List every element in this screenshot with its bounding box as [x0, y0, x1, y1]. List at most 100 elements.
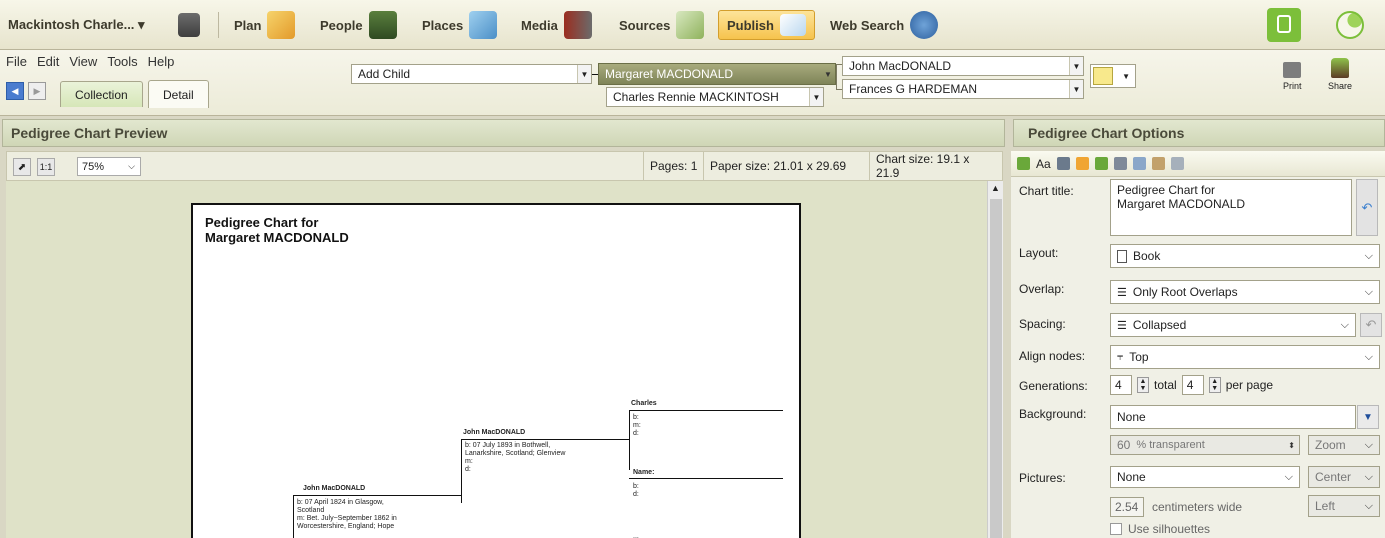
focus-person-select[interactable]: Margaret MACDONALD ▼: [598, 63, 836, 85]
chart-options-panel: Aa Chart title: Pedigree Chart for Marga…: [1011, 151, 1385, 538]
total-stepper[interactable]: ▲ ▼: [1137, 377, 1149, 393]
view-places[interactable]: Places: [422, 0, 498, 50]
reset-spacing-button[interactable]: ↶: [1360, 313, 1382, 337]
back-button[interactable]: ◀: [6, 82, 24, 100]
font-icon[interactable]: Aa: [1036, 157, 1051, 171]
overlap-select[interactable]: ☰ Only Root Overlaps ⌵: [1110, 280, 1380, 304]
view-people[interactable]: People: [320, 0, 397, 50]
per-page-stepper[interactable]: ▲ ▼: [1208, 377, 1221, 393]
generations-per-page-input[interactable]: 4: [1181, 375, 1204, 395]
more-ellipsis: ...: [633, 533, 639, 538]
view-plan[interactable]: Plan: [234, 0, 296, 50]
view-sources[interactable]: Sources: [619, 0, 705, 50]
person-details-unknown: b: d:: [633, 483, 639, 498]
home-person-icon: [178, 13, 200, 37]
tab-collection[interactable]: Collection: [60, 81, 143, 107]
layout-select[interactable]: Book ⌵: [1110, 244, 1380, 268]
decoration-icon[interactable]: [1094, 157, 1108, 170]
scroll-thumb[interactable]: [990, 199, 1002, 538]
chart-preview-canvas[interactable]: Pedigree Chart for Margaret MACDONALD Ch…: [6, 181, 987, 538]
file-menu[interactable]: Mackintosh Charle... ▾: [8, 0, 145, 50]
file-home-button[interactable]: [178, 0, 200, 50]
spacing-icon[interactable]: [1113, 157, 1127, 170]
chevron-down-icon: ⌵: [1284, 470, 1293, 483]
add-child-select[interactable]: Add Child ▼: [351, 64, 592, 84]
places-icon: [469, 11, 498, 39]
media-icon[interactable]: [1132, 157, 1146, 170]
generations-total-input[interactable]: 4: [1110, 375, 1132, 395]
forward-button[interactable]: ▶: [28, 82, 46, 100]
menu-edit[interactable]: Edit: [37, 54, 59, 69]
mother-select[interactable]: Frances G HARDEMAN ▼: [842, 79, 1084, 99]
printer-icon: [1283, 62, 1302, 78]
file-name: Mackintosh Charle... ▾: [8, 17, 145, 32]
person-box-unknown[interactable]: Name:: [633, 469, 654, 477]
treechanges-button[interactable]: [1336, 0, 1364, 50]
actual-size-icon: 1:1: [39, 162, 53, 172]
theme-icon[interactable]: [1151, 157, 1165, 170]
align-nodes-label: Align nodes:: [1019, 349, 1086, 363]
menu-file[interactable]: File: [6, 54, 27, 69]
background-menu-button[interactable]: ▼: [1357, 405, 1379, 429]
page-setup-icon[interactable]: [1170, 157, 1184, 170]
reset-title-button[interactable]: ↶: [1356, 179, 1378, 236]
spacing-icon: ☰: [1117, 319, 1127, 332]
sources-icon: [676, 11, 705, 39]
picture-width-controls: 2.54 centimeters wide: [1110, 497, 1242, 517]
text-box-icon[interactable]: [1056, 157, 1070, 170]
pictures-select[interactable]: None ⌵: [1110, 466, 1300, 488]
people-icon: [368, 11, 397, 39]
pictures-position-select[interactable]: Center ⌵: [1308, 466, 1380, 488]
person-box-charles[interactable]: Charles: [631, 400, 657, 408]
align-nodes-select[interactable]: ⫧ Top ⌵: [1110, 345, 1380, 369]
page-title: Pedigree Chart for Margaret MACDONALD: [205, 215, 349, 245]
view-media[interactable]: Media: [521, 0, 592, 50]
view-publish[interactable]: Publish: [718, 10, 815, 40]
menu-tools[interactable]: Tools: [107, 54, 137, 69]
print-button[interactable]: Print: [1283, 56, 1302, 91]
chart-title-input[interactable]: Pedigree Chart for Margaret MACDONALD: [1110, 179, 1352, 236]
arrow-expand-icon: ⬈: [17, 161, 27, 173]
view-web-search[interactable]: Web Search: [830, 0, 939, 50]
person-details-john-1893: b: 07 July 1893 in Bothwell, Lanarkshire…: [465, 442, 566, 473]
chart-title-label: Chart title:: [1019, 184, 1074, 198]
tree-sync-button[interactable]: [1267, 8, 1301, 42]
tree-icon: [1277, 15, 1291, 33]
chevron-down-icon: ▼: [809, 88, 823, 106]
menu-view[interactable]: View: [69, 54, 97, 69]
background-input[interactable]: None: [1110, 405, 1356, 429]
father-select[interactable]: John MacDONALD ▼: [842, 56, 1084, 76]
spacing-select[interactable]: ☰ Collapsed ⌵: [1110, 313, 1356, 337]
fit-to-window-button[interactable]: ⬈: [13, 158, 31, 176]
picture-align-select[interactable]: Left ⌵: [1308, 495, 1380, 517]
menu-help[interactable]: Help: [148, 54, 175, 69]
tab-detail[interactable]: Detail: [148, 80, 209, 108]
person-details-john-1824: b: 07 April 1824 in Glasgow, Scotland m:…: [297, 499, 397, 530]
background-zoom-select[interactable]: Zoom ⌵: [1308, 435, 1380, 455]
share-button[interactable]: Share: [1328, 56, 1352, 91]
preview-toolbar: ⬈ 1:1 75% ⌵ Pages: 1 Paper size: 21.01 x…: [6, 151, 1003, 181]
leaf-sprout-icon: [1336, 11, 1364, 39]
chevron-down-icon: ▼: [577, 65, 591, 83]
preview-scrollbar[interactable]: ▲: [987, 181, 1003, 538]
picture-width-input[interactable]: 2.54: [1110, 497, 1144, 517]
stepper-icon: ⬍: [1288, 440, 1295, 450]
web-search-icon: [910, 11, 939, 39]
family-view-menu[interactable]: ▼: [1090, 64, 1136, 88]
chevron-down-icon: ⌵: [1340, 318, 1349, 331]
workspace-bar: Mackintosh Charle... ▾ Plan People Place…: [0, 0, 1385, 50]
add-field-icon[interactable]: [1017, 157, 1030, 170]
background-transparency-input[interactable]: 60 % transparent ⬍: [1110, 435, 1300, 455]
overlap-icon: ☰: [1117, 286, 1127, 299]
border-icon[interactable]: [1075, 157, 1089, 170]
use-silhouettes-option[interactable]: Use silhouettes: [1110, 522, 1210, 536]
use-silhouettes-checkbox[interactable]: [1110, 523, 1122, 535]
overlap-label: Overlap:: [1019, 282, 1065, 296]
zoom-select[interactable]: 75% ⌵: [77, 157, 141, 176]
spouse-select[interactable]: Charles Rennie MACKINTOSH ▼: [606, 87, 824, 107]
person-box-john-1893[interactable]: John MacDONALD: [463, 429, 525, 437]
person-box-john-1824[interactable]: John MacDONALD: [303, 485, 365, 493]
scroll-up-icon[interactable]: ▲: [991, 183, 1000, 193]
actual-size-button[interactable]: 1:1: [37, 158, 55, 176]
chart-size: Chart size: 19.1 x 21.9: [869, 152, 1002, 180]
